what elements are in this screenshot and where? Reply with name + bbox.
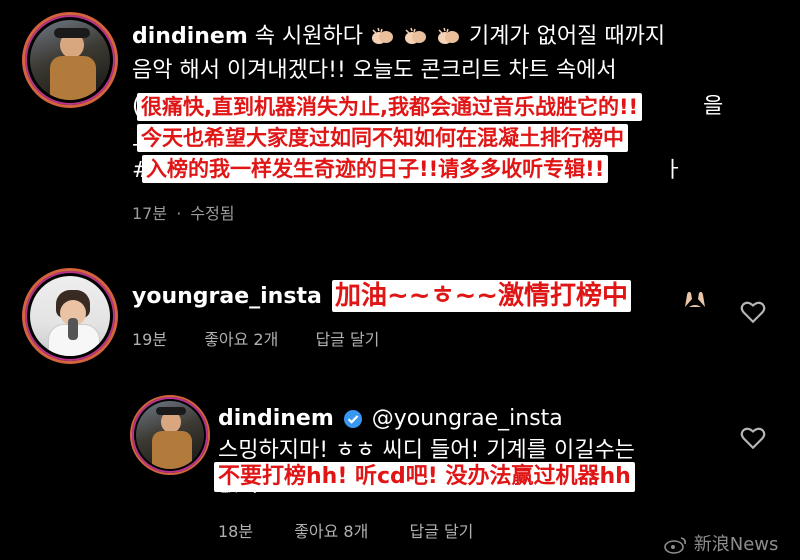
clapping-hands-emoji — [403, 24, 436, 49]
watermark: 新浪News — [664, 530, 778, 556]
reply1-meta: 18분 좋아요 8개 답글 달기 — [218, 518, 473, 542]
post-caption-line2: 음악 해서 이겨내겠다!! 오늘도 콘크리트 차트 속에서 — [132, 58, 617, 83]
post-time: 17분 — [132, 204, 168, 223]
post-meta: 17분 · 수정됨 — [132, 204, 235, 223]
reply1-time: 18분 — [218, 522, 254, 541]
weibo-logo-icon — [664, 537, 686, 554]
reply1-likes[interactable]: 좋아요 8개 — [294, 522, 368, 541]
post-caption-line3-end: 을 — [703, 94, 724, 119]
clapping-hands-emoji — [436, 24, 469, 49]
comment1-likes[interactable]: 좋아요 2개 — [204, 330, 278, 349]
comment-avatar[interactable] — [22, 268, 118, 364]
watermark-text: 新浪News — [693, 534, 779, 555]
reply1-line1: dindinem @youngrae_insta — [218, 404, 563, 434]
reply1-translation: 不要打榜hh! 听cd吧! 没办法赢过机器hh — [214, 462, 635, 492]
comment1-meta: 19분 좋아요 2개 답글 달기 — [132, 326, 379, 350]
translation-line3: 入榜的我一样发生奇迹的日子!!请多多收听专辑!! — [142, 155, 609, 183]
caption-text: 속 시원하다 — [254, 24, 363, 49]
comment1-translation: 加油~~ㅎ~~激情打榜中 — [332, 280, 632, 312]
translation-line1: 很痛快,直到机器消失为止,我都会通过音乐战胜它的!! — [137, 93, 643, 121]
post-avatar[interactable] — [22, 12, 118, 108]
reply1-like-heart-icon[interactable] — [740, 426, 766, 450]
comment1-reply-button[interactable]: 답글 달기 — [315, 330, 379, 349]
caption-text-cont: 기계가 없어질 때까지 — [468, 24, 666, 49]
reply1-reply-button[interactable]: 답글 달기 — [409, 522, 473, 541]
post-caption-line1: dindinem 속 시원하다 기계가 없어질 때까지 — [132, 22, 665, 52]
raised-hands-emoji — [682, 287, 708, 313]
comment1-username[interactable]: youngrae_insta — [132, 284, 322, 309]
verified-badge-icon — [343, 410, 362, 428]
reply1-username[interactable]: dindinem — [218, 406, 334, 431]
post-username[interactable]: dindinem — [132, 24, 248, 49]
post-caption-line5-end: ㅏ — [663, 158, 684, 183]
comment1-time: 19분 — [132, 330, 168, 349]
comment1-line: youngrae_insta ㅎ — [132, 282, 349, 312]
post-edited: 수정됨 — [190, 204, 235, 223]
reply1-mention[interactable]: @youngrae_insta — [372, 406, 563, 431]
translation-line2: 今天也希望大家度过如同不知如何在混凝土排行榜中 — [137, 124, 628, 152]
comment1-like-heart-icon[interactable] — [740, 300, 766, 324]
reply-avatar[interactable] — [130, 395, 210, 475]
clapping-hands-emoji — [370, 24, 403, 49]
